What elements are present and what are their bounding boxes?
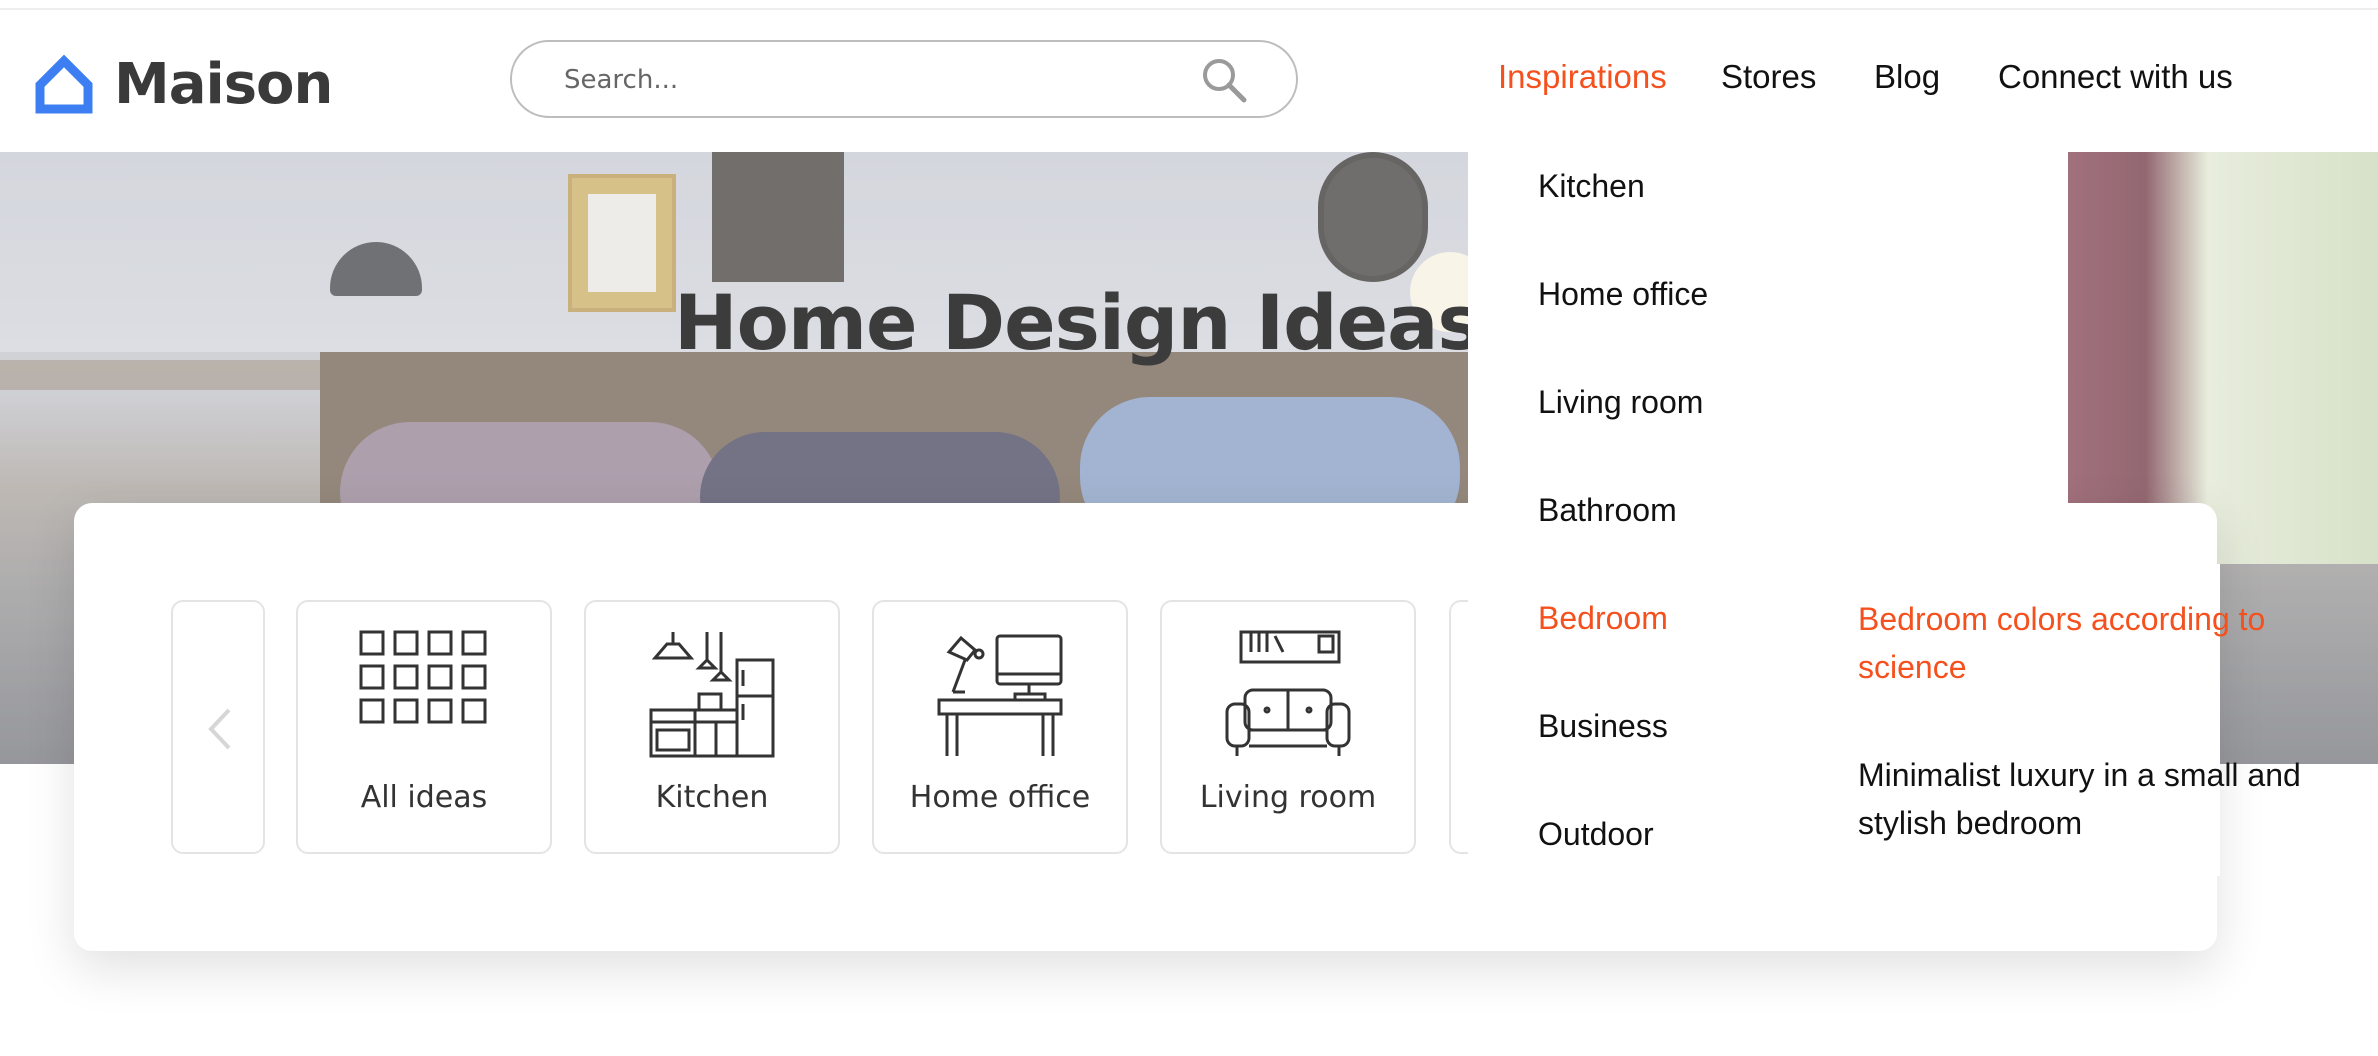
category-card-all-ideas[interactable]: All ideas bbox=[296, 600, 552, 854]
dropdown-item-bedroom[interactable]: Bedroom bbox=[1538, 600, 1668, 637]
search-icon[interactable] bbox=[1200, 56, 1248, 104]
grid-icon bbox=[359, 630, 487, 724]
category-card-kitchen[interactable]: Kitchen bbox=[584, 600, 840, 854]
carousel-prev-button[interactable] bbox=[171, 600, 265, 854]
nav-stores[interactable]: Stores bbox=[1721, 58, 1816, 96]
hero-title: Home Design Ideas & bbox=[674, 278, 1573, 367]
search-input[interactable] bbox=[562, 58, 1166, 102]
chevron-left-icon bbox=[208, 708, 231, 750]
dropdown-item-bathroom[interactable]: Bathroom bbox=[1538, 492, 1677, 529]
category-label: Home office bbox=[909, 780, 1091, 815]
sofa-icon bbox=[1225, 630, 1351, 756]
nav-blog[interactable]: Blog bbox=[1874, 58, 1940, 96]
dropdown-item-business[interactable]: Business bbox=[1538, 708, 1668, 745]
logo[interactable]: Maison bbox=[34, 52, 333, 117]
category-card-living-room[interactable]: Living room bbox=[1160, 600, 1416, 854]
submenu-item-bedroom-colors[interactable]: Bedroom colors according to science bbox=[1858, 595, 2328, 691]
category-label: All ideas bbox=[360, 780, 488, 815]
nav-connect[interactable]: Connect with us bbox=[1998, 58, 2233, 96]
category-card-home-office[interactable]: Home office bbox=[872, 600, 1128, 854]
category-label: Living room bbox=[1199, 780, 1377, 815]
house-icon bbox=[35, 54, 93, 113]
dropdown-item-outdoor[interactable]: Outdoor bbox=[1538, 816, 1654, 853]
dropdown-item-living-room[interactable]: Living room bbox=[1538, 384, 1703, 421]
dropdown-item-home-office[interactable]: Home office bbox=[1538, 276, 1708, 313]
kitchen-icon bbox=[649, 632, 775, 758]
brand-name: Maison bbox=[114, 52, 333, 117]
desk-icon bbox=[937, 634, 1063, 756]
category-label: Kitchen bbox=[655, 780, 769, 815]
site-header: Maison Inspirations Stores Blog Connect … bbox=[0, 10, 2378, 152]
nav-inspirations[interactable]: Inspirations bbox=[1498, 58, 1667, 96]
submenu-item-minimalist-luxury[interactable]: Minimalist luxury in a small and stylish… bbox=[1858, 751, 2328, 847]
search-box bbox=[510, 40, 1298, 118]
dropdown-item-kitchen[interactable]: Kitchen bbox=[1538, 168, 1645, 205]
top-border bbox=[0, 0, 2378, 10]
